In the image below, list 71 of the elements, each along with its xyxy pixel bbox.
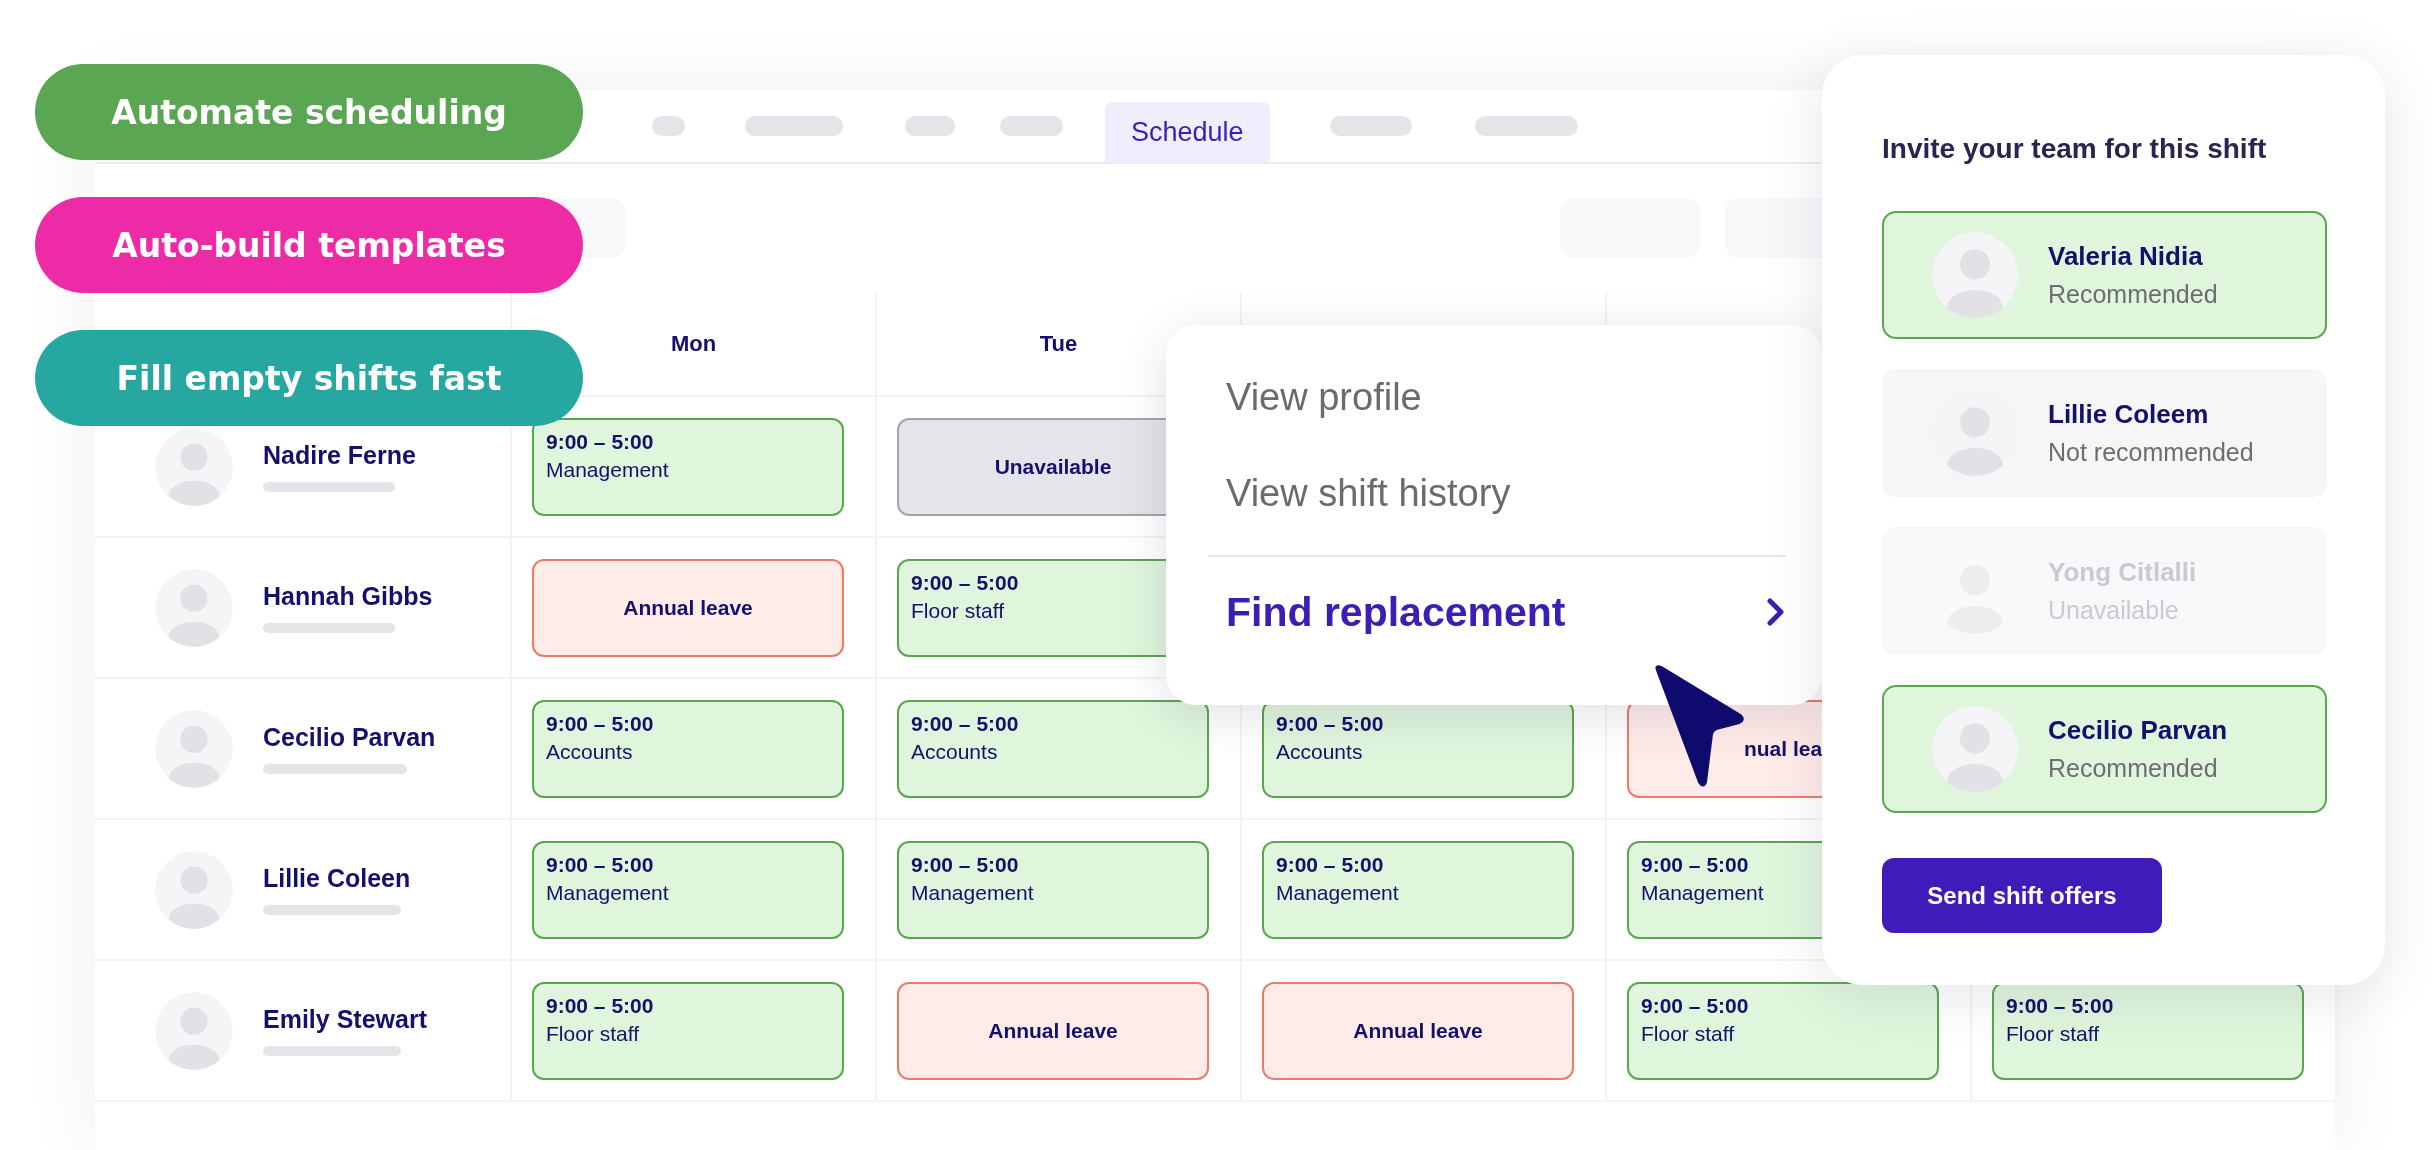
shift-role: Accounts: [911, 739, 999, 764]
avatar-icon: [155, 991, 233, 1070]
shift-role: Floor staff: [2006, 1021, 2100, 1046]
shift-role: Management: [546, 457, 670, 482]
shift-role: Management: [546, 880, 670, 905]
member-name: Valeria Nidia: [2048, 241, 2204, 272]
shift-role: Management: [1276, 880, 1400, 905]
shift-time: 9:00 – 5:00: [546, 429, 655, 454]
feature-label: Fill empty shifts fast: [35, 330, 583, 426]
avatar-icon: [155, 709, 233, 788]
shift-role: Management: [911, 880, 1035, 905]
shift-card[interactable]: 9:00 – 5:00 Management: [897, 840, 1209, 939]
chevron-right-icon: [1766, 597, 1786, 627]
shift-time: 9:00 – 5:00: [1276, 711, 1385, 736]
avatar-icon: [1932, 232, 2018, 318]
avatar-icon: [155, 427, 233, 506]
panel-title: Invite your team for this shift: [1882, 133, 2268, 165]
shift-card[interactable]: 9:00 – 5:00 Floor staff: [1627, 981, 1939, 1080]
shift-time: 9:00 – 5:00: [1641, 993, 1750, 1018]
find-replacement-item[interactable]: Find replacement: [1226, 557, 1786, 667]
member-name: Cecilio Parvan: [2048, 715, 2228, 746]
schedule-tab[interactable]: Schedule: [1105, 102, 1270, 162]
day-header: Mon: [670, 330, 717, 357]
send-offers-button[interactable]: Send shift offers: [1882, 858, 2162, 933]
nav-placeholder: [652, 116, 685, 136]
day-header: Tue: [1039, 330, 1078, 357]
leave-card[interactable]: Annual leave: [897, 981, 1209, 1080]
shift-role: Accounts: [1276, 739, 1364, 764]
shift-time: 9:00 – 5:00: [546, 993, 655, 1018]
shift-time: 9:00 – 5:00: [911, 570, 1020, 595]
shift-time: 9:00 – 5:00: [911, 711, 1020, 736]
feature-label: Automate scheduling: [35, 64, 583, 160]
member-status: Not recommended: [2048, 438, 2254, 467]
nav-placeholder: [905, 116, 955, 136]
shift-role: Accounts: [546, 739, 634, 764]
shift-card[interactable]: 9:00 – 5:00 Management: [532, 840, 844, 939]
shift-card[interactable]: 9:00 – 5:00 Management: [532, 417, 844, 516]
member-name: Lillie Coleem: [2048, 399, 2210, 430]
shift-card[interactable]: 9:00 – 5:00 Accounts: [897, 699, 1209, 798]
shift-time: 9:00 – 5:00: [911, 852, 1020, 877]
employee-name: Lillie Coleen: [263, 864, 411, 893]
shift-time: 9:00 – 5:00: [2006, 993, 2115, 1018]
avatar-icon: [155, 568, 233, 647]
team-member-card[interactable]: Lillie Coleem Not recommended: [1882, 369, 2327, 497]
shift-time: 9:00 – 5:00: [1641, 852, 1750, 877]
shift-card[interactable]: 9:00 – 5:00 Floor staff: [532, 981, 844, 1080]
employee-name: Nadire Ferne: [263, 441, 416, 470]
shift-card[interactable]: 9:00 – 5:00 Accounts: [532, 699, 844, 798]
shift-role: Floor staff: [911, 598, 1005, 623]
team-member-card[interactable]: Cecilio Parvan Recommended: [1882, 685, 2327, 813]
shift-role: Floor staff: [546, 1021, 640, 1046]
shift-time: 9:00 – 5:00: [546, 852, 655, 877]
shift-time: 9:00 – 5:00: [1276, 852, 1385, 877]
nav-placeholder: [1000, 116, 1063, 136]
member-status: Recommended: [2048, 280, 2218, 309]
leave-card[interactable]: Annual leave: [1262, 981, 1574, 1080]
feature-label: Auto-build templates: [35, 197, 583, 293]
team-member-card[interactable]: Valeria Nidia Recommended: [1882, 211, 2327, 339]
shift-role: Floor staff: [1641, 1021, 1735, 1046]
employee-name: Emily Stewart: [263, 1005, 427, 1034]
employee-name: Hannah Gibbs: [263, 582, 433, 611]
shift-card[interactable]: 9:00 – 5:00 Management: [1262, 840, 1574, 939]
menu-item[interactable]: View shift history: [1226, 445, 1511, 541]
shift-role: Management: [1641, 880, 1765, 905]
avatar-icon: [155, 850, 233, 929]
shift-time: 9:00 – 5:00: [546, 711, 655, 736]
menu-item[interactable]: View profile: [1226, 349, 1422, 445]
employee-name: Cecilio Parvan: [263, 723, 436, 752]
leave-card[interactable]: Annual leave: [532, 558, 844, 657]
member-status: Recommended: [2048, 754, 2219, 783]
avatar-icon: [1932, 706, 2018, 792]
